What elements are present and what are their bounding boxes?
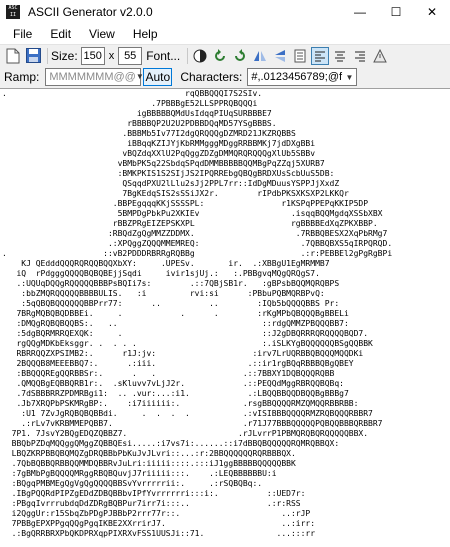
ramp-value: MMMMMMM@@ [49, 71, 136, 83]
ascii-line: 5BMPDgPbkPu2XKIEv .isqqBQQMgdqXSSbXBX [2, 209, 383, 218]
toolbar-separator [187, 47, 189, 64]
ascii-line: .BBPEgqqqKKjSSSSPL: r1KSPqPPEPqKKIP5DP [2, 199, 369, 208]
ascii-line: 7BRgMQBQBQDBBEi. . . . :rKgMPbQBQQQBgBBE… [2, 309, 349, 318]
ascii-line: :bbZMQRQQQQQBBBBULIS. :i rvi:si :PBbuPQB… [2, 289, 325, 298]
ascii-line: rBBZPRgEIZEPSKXPL rgBBBBEdXqZPKXBBP. [2, 219, 378, 228]
ascii-line: LBQZKRPBBQBQMQZgDRQBBbPbKuJvJLvri::...:r… [2, 449, 296, 458]
ascii-line: :DMQgRQBQBQQBS:. .. ::rdgQMMZPBQQQBB7: [2, 319, 349, 328]
ascii-line: :RBQdZgQgMMZZDDMX. .7RBBQBESX2XqPbRMg7 [2, 229, 388, 238]
window-controls: — ☐ ✕ [342, 0, 450, 24]
ascii-line: . rqQBBQQQI7S2SIv. [2, 89, 263, 98]
align-left-icon[interactable] [311, 46, 330, 65]
ascii-line: .:rLv7vKRBMMEPQBB7. .r71J77BBBQQQQQPQBQQ… [2, 419, 383, 428]
ascii-line: QSqqdPXU2lLlu2sJj2PPL7rr::IdDgMDuusYSPPJ… [2, 179, 340, 188]
sharpen-icon[interactable] [371, 47, 389, 65]
ascii-line: igBBBBBQMdUsIdqqPIUqSURBBBE7 [2, 109, 272, 118]
toolbar: Size: x Font... [0, 44, 450, 66]
ascii-line: :U1 7ZvJgRQBQBQBBdi. . . . . .:vISIBBBQQ… [2, 409, 373, 418]
chevron-down-icon: ▼ [345, 72, 354, 82]
rotate-right-icon[interactable] [231, 47, 249, 65]
menu-edit[interactable]: Edit [41, 24, 80, 44]
ascii-line: .7QbBQBBQRBBQQMMDQBBRvJuLri:iiiii::::.::… [2, 459, 296, 468]
window-title: ASCII Generator v2.0.0 [28, 5, 153, 19]
ascii-line: vBQZdqXXlU2PqQggZDZgDMMQRQRQQQgXlUb5SBBv [2, 149, 316, 158]
toolbar-separator [47, 47, 48, 64]
characters-value: #,.0123456789;@f [251, 71, 343, 83]
new-document-icon[interactable] [4, 47, 22, 65]
ascii-line: 7PBBgEPXPPgqQQgPgqIKBE2XXrrirJ7. ..:irr: [2, 519, 316, 528]
ascii-line: :BQgqPMBMEgQgVgQgQQQQBBSvYvrrrrrii:. .:r… [2, 479, 263, 488]
menu-file[interactable]: File [0, 24, 41, 44]
ramp-label: Ramp: [4, 70, 40, 84]
minimize-button[interactable]: — [342, 0, 378, 24]
ascii-line: .7PBBBgE52LLSPPRQBQQQi [2, 99, 258, 108]
ascii-line: iQ rPdgggQQQQBQBQBEjjSqdi ivir1sjUj.: :.… [2, 269, 320, 278]
ascii-line: :BBQQQREgQQRBBSr:. . . .::7BBXY1DQBQQQRQ… [2, 369, 335, 378]
menu-bar: File Edit View Help [0, 24, 450, 44]
ascii-line: vBMbPK5q22SbdqSPqdDMMBBBBBQQMBgPqZZqj5XU… [2, 159, 325, 168]
characters-dropdown[interactable]: #,.0123456789;@f ▼ [247, 68, 358, 86]
ascii-line: rBBBBQP2U2U2PDBBDQqMD57YSgBBBS. [2, 119, 277, 128]
align-center-icon[interactable] [331, 47, 349, 65]
ascii-line: :7gBMbPgBQQQQMRggRBQBQuvjJ7riiiii:::. .:… [2, 469, 277, 478]
font-button[interactable]: Font... [146, 49, 180, 63]
ascii-line: .IBgPQQRdPIPZgEDdZDBQBBbvIPfYvrrrrrri:::… [2, 489, 306, 498]
size-separator-x: x [108, 49, 115, 62]
ascii-line: KJ QEdddQQQRQRQQBQQXbXY: .UPESv. ir. .:X… [2, 259, 330, 268]
flip-horizontal-icon[interactable] [251, 47, 269, 65]
maximize-button[interactable]: ☐ [378, 0, 414, 24]
menu-help[interactable]: Help [124, 24, 167, 44]
rotate-left-icon[interactable] [211, 47, 229, 65]
close-button[interactable]: ✕ [414, 0, 450, 24]
width-input[interactable] [80, 46, 105, 65]
ascii-line: i2QggUr:r15SbqZbPDgPJBBbP2rrr77r::. ..:r… [2, 509, 311, 518]
ascii-line: RBRRQQZXPSIMB2:. r1J:jv: :irv7LrUQRBBQBQ… [2, 349, 364, 358]
characters-label: Characters: [180, 70, 243, 84]
ascii-line: .:UQUqDQQgRQQQQQBBBPsBQIi7s: .::7QBjSB1r… [2, 279, 340, 288]
title-bar: ASCIIGEN ASCII Generator v2.0.0 — ☐ ✕ [0, 0, 450, 24]
height-input[interactable] [118, 46, 143, 65]
ascii-line: :5qQBQBQQQQQQBBPrr77: .. .. :IQb5bQQQQBB… [2, 299, 340, 308]
ascii-line: .:XPQggZQQQMMEMREQ: .7QBBQBXS5qIRPQRQD. [2, 239, 393, 248]
flip-vertical-icon[interactable] [271, 47, 289, 65]
ascii-line: BBQbPZDqMQQggQMggZQBBQEsi.....:i7vs7i:..… [2, 439, 340, 448]
stretch-icon[interactable] [291, 47, 309, 65]
ascii-line: .7dSBBBRRZPDMRBgi1: .. .vur:...:i1. .:LB… [2, 389, 349, 398]
ascii-line: .:BgQRRBRXPbQKDPRXqpPIXRXvFSS1UUSJi::71.… [2, 529, 316, 538]
ascii-line: 7P1. 7JsvY2BQgEDQZQBBZ7. .rJLvrrP1PBMQRQ… [2, 429, 369, 438]
ascii-line: :BMKPKIS1S2SIjJS2IPQRREbgQBQgBRDXUsScbUu… [2, 169, 335, 178]
ramp-dropdown[interactable]: MMMMMMM@@ ▼ [45, 68, 144, 86]
ascii-line: :PBgqIvrrrubdqDdZDRgBQBPur7irr7i:::.. .:… [2, 499, 301, 508]
brightness-icon[interactable] [191, 47, 209, 65]
ascii-line: . ::vB2PDDDRBRRgRQBBg .:r:PEBBEl2gPgRgBP… [2, 249, 393, 258]
ramp-bar: Ramp: MMMMMMM@@ ▼ Auto Characters: #,.01… [0, 66, 450, 88]
save-icon[interactable] [24, 47, 42, 65]
ascii-output-area[interactable]: . rqQBBQQQI7S2SIv. .7PBBBgE52LLSPPRQBQQQ… [0, 88, 450, 547]
size-label: Size: [51, 48, 78, 63]
app-logo-icon: ASCIIGEN [6, 5, 20, 19]
ascii-line: .QMQQBgEQBBQRB1r:. .sKluvv7vLjJ2r. .::PE… [2, 379, 344, 388]
align-right-icon[interactable] [351, 47, 369, 65]
ascii-art-text: . rqQBBQQQI7S2SIv. .7PBBBgE52LLSPPRQBQQQ… [2, 89, 446, 539]
ascii-line: .BBBMb5Iv77I2dgQRQQQgDZMRD21JKZRQBBS [2, 129, 296, 138]
ascii-line: 2BQQQB8MEEEBBQ7:. .:iii. .::ir1rgBQqRBBB… [2, 359, 354, 368]
ascii-line: iBBqqKZIJYjKbRMMgggMDggRRBBMKj7jdDXgBBi [2, 139, 316, 148]
ascii-line: .Jb7XRQPbPSKMRgBP:. :i7iiiiii:. .rsgBBQQ… [2, 399, 359, 408]
menu-view[interactable]: View [80, 24, 124, 44]
ascii-line: :5dgBQRMRRQEXQK: . ::J2gDBQRRRQRQQQQBQD7… [2, 329, 369, 338]
ascii-line: rgQQgMDKbEksggr. . . . . :.iSLKYgBQQQQQQ… [2, 339, 373, 348]
auto-button[interactable]: Auto [143, 68, 173, 86]
ascii-line: 7BgKEdqSIS2sSSiJX2r. rIPdbPKSXKSXP2LKKQr [2, 189, 349, 198]
